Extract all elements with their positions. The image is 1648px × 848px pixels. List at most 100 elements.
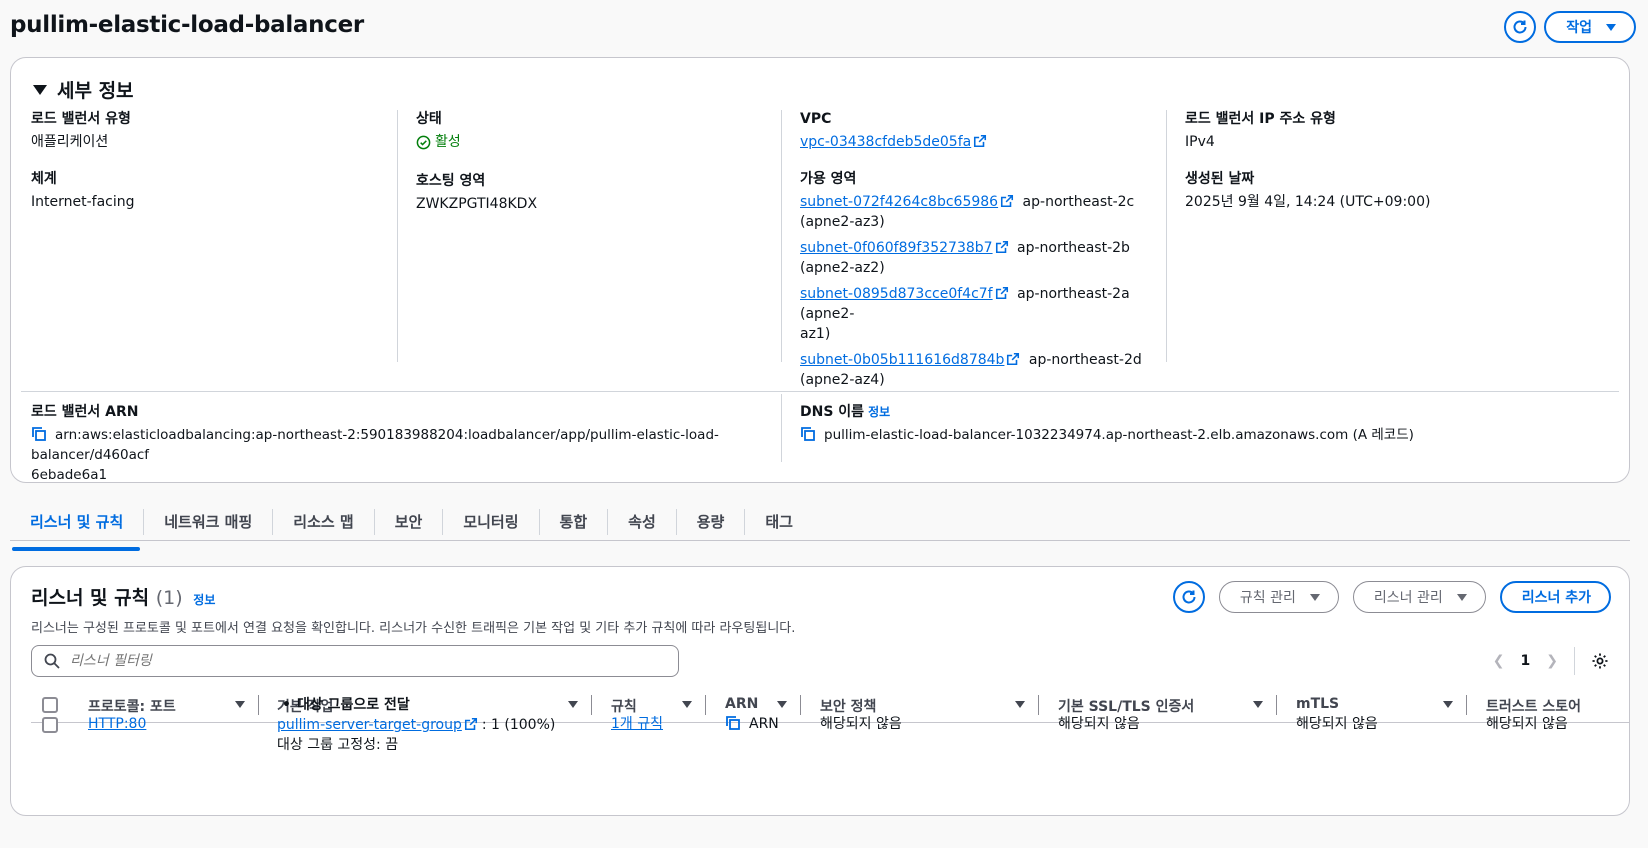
search-icon (44, 653, 60, 669)
copy-icon[interactable] (800, 426, 816, 442)
tab-listeners[interactable]: 리스너 및 규칙 (10, 509, 143, 535)
col-trust-store[interactable]: 트러스트 스토어 (1486, 696, 1581, 716)
details-col-1: 로드 밸런서 유형 애플리케이션 체계 Internet-facing (31, 110, 396, 230)
sort-icon[interactable] (777, 701, 787, 708)
tab-monitoring[interactable]: 모니터링 (442, 509, 538, 535)
subnet-item: subnet-072f4264c8bc65986 ap-northeast-2c… (800, 192, 1150, 232)
add-listener-button[interactable]: 리스너 추가 (1499, 581, 1611, 613)
tab-capacity[interactable]: 용량 (675, 509, 745, 535)
created-label: 생성된 날짜 (1185, 171, 1255, 187)
security-policy-cell: 해당되지 않음 (820, 716, 902, 732)
bullet-icon: • (282, 697, 291, 713)
tab-tags[interactable]: 태그 (744, 509, 813, 535)
column-divider (1276, 695, 1277, 715)
listeners-info-link[interactable]: 정보 (193, 593, 215, 607)
header-actions: 작업 (1504, 11, 1636, 43)
listener-filter[interactable] (31, 645, 679, 677)
settings-gear-icon[interactable] (1591, 652, 1609, 670)
actions-label: 작업 (1566, 20, 1592, 36)
manage-rules-button[interactable]: 규칙 관리 (1218, 581, 1339, 613)
subnet-link[interactable]: subnet-0b05b111616d8784b (800, 352, 1004, 368)
column-divider (591, 695, 592, 715)
prev-page-icon[interactable]: ❮ (1493, 653, 1505, 669)
vpc-link[interactable]: vpc-03438cfdeb5de05fa (800, 134, 971, 150)
column-divider (258, 695, 259, 715)
copy-icon[interactable] (725, 715, 741, 731)
listeners-panel: 리스너 및 규칙 (1) 정보 리스너는 구성된 프로토콜 및 포트에서 연결 … (10, 566, 1630, 816)
caret-down-icon (1456, 593, 1467, 601)
refresh-icon (1182, 590, 1196, 604)
actions-button[interactable]: 작업 (1544, 11, 1636, 43)
stickiness: 대상 그룹 고정성: 끔 (277, 737, 399, 753)
tab-network-mapping[interactable]: 네트워크 매핑 (143, 509, 272, 535)
copy-icon[interactable] (31, 426, 47, 442)
tab-security[interactable]: 보안 (373, 509, 443, 535)
listener-protocol-link[interactable]: HTTP:80 (88, 714, 146, 734)
external-link-icon (1001, 194, 1014, 208)
refresh-button[interactable] (1504, 11, 1537, 43)
listeners-title-text: 리스너 및 규칙 (31, 587, 150, 609)
col-protocol-port[interactable]: 프로토콜: 포트 (88, 696, 176, 716)
column-divider (1038, 695, 1039, 715)
listeners-refresh-button[interactable] (1172, 581, 1205, 613)
external-link-icon (464, 717, 477, 731)
next-page-icon[interactable]: ❯ (1546, 653, 1558, 669)
details-toggle[interactable]: 세부 정보 (33, 76, 134, 103)
tab-bar: 리스너 및 규칙 네트워크 매핑 리소스 맵 보안 모니터링 통합 속성 용량 … (10, 503, 1630, 541)
select-all-checkbox[interactable] (42, 697, 58, 713)
manage-rules-label: 규칙 관리 (1239, 590, 1296, 606)
col-security-policy[interactable]: 보안 정책 (820, 696, 876, 716)
arn-cell: ARN (725, 714, 779, 734)
col-arn[interactable]: ARN (725, 696, 758, 712)
trust-store-cell: 해당되지 않음 (1486, 716, 1568, 732)
status-text: 활성 (435, 134, 461, 150)
ip-type-label: 로드 밸런서 IP 주소 유형 (1185, 111, 1336, 127)
listener-filter-input[interactable] (70, 653, 630, 669)
subnet-link[interactable]: subnet-0f060f89f352738b7 (800, 240, 993, 256)
subnet-item: subnet-0895d873cce0f4c7f ap-northeast-2a… (800, 284, 1150, 344)
arn-field: 로드 밸런서 ARN arn:aws:elasticloadbalancing:… (31, 403, 781, 485)
dns-info-link[interactable]: 정보 (868, 405, 890, 419)
add-listener-label: 리스너 추가 (1521, 590, 1591, 606)
listeners-title: 리스너 및 규칙 (1) 정보 (31, 583, 215, 610)
subnet-item: subnet-0b05b111616d8784b ap-northeast-2d… (800, 350, 1150, 390)
sort-icon[interactable] (1015, 701, 1025, 708)
subnet-link[interactable]: subnet-0895d873cce0f4c7f (800, 286, 993, 302)
caret-down-icon (1309, 593, 1320, 601)
subnet-zone: ap-northeast-2c (1022, 194, 1135, 210)
dns-label: DNS 이름 (800, 404, 865, 420)
details-divider (21, 391, 1619, 392)
subnet-link[interactable]: subnet-072f4264c8bc65986 (800, 194, 998, 210)
tab-attributes[interactable]: 속성 (607, 509, 676, 535)
tab-integrations[interactable]: 통합 (538, 509, 608, 535)
refresh-icon (1513, 20, 1527, 34)
sort-icon[interactable] (682, 701, 692, 708)
sort-icon[interactable] (1253, 701, 1263, 708)
subnet-item: subnet-0f060f89f352738b7 ap-northeast-2b… (800, 238, 1150, 278)
sort-icon[interactable] (235, 701, 245, 708)
row-checkbox[interactable] (42, 717, 58, 733)
status-value: 활성 (416, 132, 461, 152)
col-ssl-cert[interactable]: 기본 SSL/TLS 인증서 (1058, 696, 1194, 716)
rules-link[interactable]: 1개 규칙 (611, 714, 663, 734)
arn-value-line2: 6ebade6a1 (31, 467, 108, 483)
mtls-cell: 해당되지 않음 (1296, 716, 1378, 732)
current-page[interactable]: 1 (1521, 653, 1531, 669)
external-link-icon (995, 286, 1008, 300)
subnet-az: (apne2-az2) (800, 260, 885, 276)
sort-icon[interactable] (1443, 701, 1453, 708)
status-ok-icon (416, 135, 431, 149)
tab-resource-map[interactable]: 리소스 맵 (272, 509, 373, 535)
pager-separator (1574, 647, 1575, 675)
col-rules[interactable]: 규칙 (611, 696, 637, 716)
col-mtls[interactable]: mTLS (1296, 696, 1339, 712)
subnet-az: az1) (800, 326, 831, 342)
active-tab-indicator (12, 547, 140, 551)
manage-listener-button[interactable]: 리스너 관리 (1352, 581, 1486, 613)
hosted-zone-label: 호스팅 영역 (416, 172, 486, 189)
details-col-4: 로드 밸런서 IP 주소 유형 IPv4 생성된 날짜 2025년 9월 4일,… (1166, 110, 1606, 362)
target-group-link[interactable]: pullim-server-target-group (277, 717, 462, 733)
arn-cell-text: ARN (749, 716, 779, 732)
details-col-2: 상태 활성 호스팅 영역 ZWKZPGTI48KDX (397, 110, 781, 362)
subnet-zone: ap-northeast-2d (1028, 352, 1142, 368)
